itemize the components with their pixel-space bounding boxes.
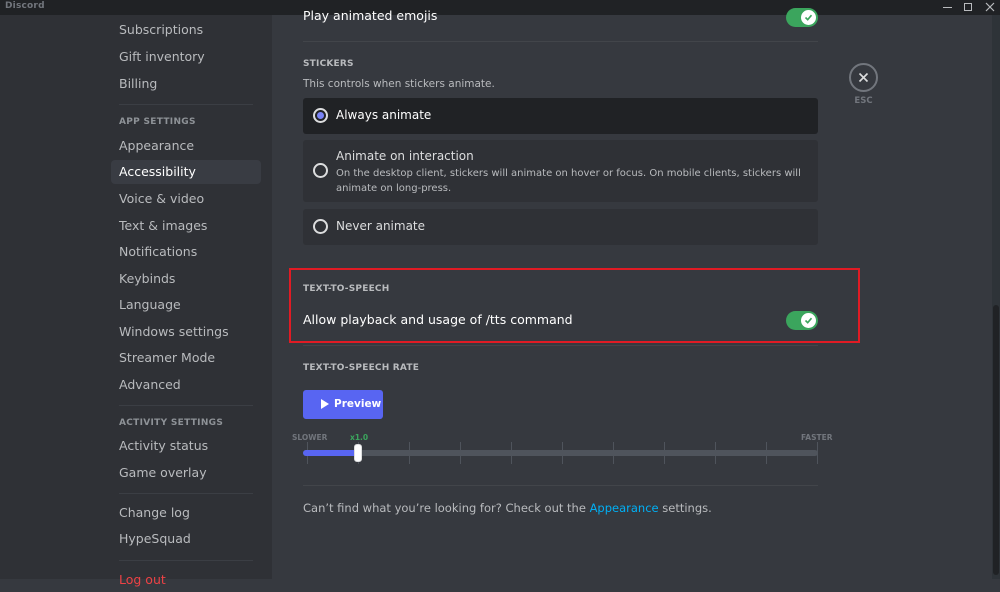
sidebar-item-keybinds[interactable]: Keybinds xyxy=(111,267,261,291)
sidebar-item-change-log[interactable]: Change log xyxy=(111,501,261,525)
close-icon xyxy=(858,72,869,83)
radio-label: Never animate xyxy=(336,219,426,233)
radio-label: Always animate xyxy=(336,108,432,122)
section-divider xyxy=(303,41,818,42)
tts-toggle[interactable] xyxy=(786,311,818,330)
tts-rate-heading: TEXT-TO-SPEECH RATE xyxy=(303,363,420,373)
sidebar-item-gift-inventory[interactable]: Gift inventory xyxy=(111,45,261,69)
radio-description: On the desktop client, stickers will ani… xyxy=(336,168,801,194)
footer-hint: Can’t find what you’re looking for? Chec… xyxy=(303,501,712,515)
sidebar-item-log-out[interactable]: Log out xyxy=(111,568,261,592)
stickers-description: This controls when stickers animate. xyxy=(303,78,495,90)
radio-label: Animate on interaction xyxy=(336,149,474,163)
highlight-box xyxy=(289,268,860,343)
activity-settings-header: ACTIVITY SETTINGS xyxy=(119,418,224,428)
sidebar-item-accessibility[interactable]: Accessibility xyxy=(111,160,261,184)
radio-option-animate-on-interaction[interactable]: Animate on interaction On the desktop cl… xyxy=(303,140,818,202)
appearance-link[interactable]: Appearance xyxy=(590,501,659,515)
sidebar-item-notifications[interactable]: Notifications xyxy=(111,240,261,264)
sidebar-divider xyxy=(119,104,253,105)
sidebar-item-game-overlay[interactable]: Game overlay xyxy=(111,461,261,485)
footer-prefix: Can’t find what you’re looking for? Chec… xyxy=(303,501,590,515)
minimize-button[interactable] xyxy=(936,0,958,15)
radio-option-always-animate[interactable]: Always animate xyxy=(303,98,818,134)
app-settings-header: APP SETTINGS xyxy=(119,117,196,127)
sidebar-item-language[interactable]: Language xyxy=(111,293,261,317)
slider-thumb[interactable] xyxy=(354,444,362,462)
sidebar-item-windows-settings[interactable]: Windows settings xyxy=(111,320,261,344)
sidebar-item-text-images[interactable]: Text & images xyxy=(111,214,261,238)
minimize-icon xyxy=(942,6,952,8)
slider-fill xyxy=(303,450,358,456)
slider-slower-label: SLOWER xyxy=(292,433,328,442)
sidebar-divider xyxy=(119,560,253,561)
app-name: Discord xyxy=(5,1,45,11)
title-bar: Discord xyxy=(0,0,1000,15)
slider-faster-label: FASTER xyxy=(801,433,833,442)
sidebar-divider xyxy=(119,493,253,494)
preview-label: Preview xyxy=(334,398,382,410)
stickers-heading: STICKERS xyxy=(303,59,354,69)
sidebar-item-hypesquad[interactable]: HypeSquad xyxy=(111,527,261,551)
scrollbar-thumb[interactable] xyxy=(993,305,999,575)
check-icon xyxy=(804,317,813,324)
preview-button[interactable]: Preview xyxy=(303,390,383,419)
radio-option-never-animate[interactable]: Never animate xyxy=(303,209,818,245)
tts-toggle-label: Allow playback and usage of /tts command xyxy=(303,312,573,327)
sidebar-item-advanced[interactable]: Advanced xyxy=(111,373,261,397)
sidebar-item-subscriptions[interactable]: Subscriptions xyxy=(111,18,261,42)
sidebar-item-appearance[interactable]: Appearance xyxy=(111,134,261,158)
section-divider xyxy=(303,345,818,346)
sidebar-item-streamer-mode[interactable]: Streamer Mode xyxy=(111,346,261,370)
esc-close-button[interactable]: ESC xyxy=(849,63,878,106)
play-animated-emojis-label: Play animated emojis xyxy=(303,8,438,23)
tts-heading: TEXT-TO-SPEECH xyxy=(303,284,390,294)
sidebar-item-activity-status[interactable]: Activity status xyxy=(111,434,261,458)
footer-suffix: settings. xyxy=(658,501,712,515)
esc-label: ESC xyxy=(854,96,873,106)
sidebar-divider xyxy=(119,405,253,406)
radio-button-selected[interactable] xyxy=(313,108,328,123)
close-icon xyxy=(985,2,995,12)
radio-button[interactable] xyxy=(313,219,328,234)
play-icon xyxy=(321,399,329,409)
check-icon xyxy=(804,14,813,21)
maximize-button[interactable] xyxy=(957,0,979,15)
sidebar-item-billing[interactable]: Billing xyxy=(111,72,261,96)
slider-value-label: x1.0 xyxy=(350,433,369,442)
play-animated-emojis-toggle[interactable] xyxy=(786,8,818,27)
section-divider xyxy=(303,485,818,486)
radio-button[interactable] xyxy=(313,163,328,178)
maximize-icon xyxy=(964,3,972,11)
settings-content: Play animated emojis STICKERS This contr… xyxy=(272,8,992,579)
close-window-button[interactable] xyxy=(979,0,1000,15)
sidebar-item-voice-video[interactable]: Voice & video xyxy=(111,187,261,211)
tts-rate-slider[interactable] xyxy=(303,450,818,456)
